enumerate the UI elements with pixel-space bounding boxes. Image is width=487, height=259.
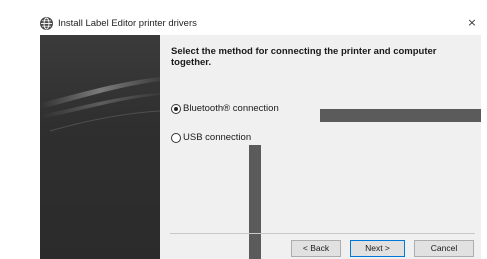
callout-line-vertical xyxy=(249,145,261,259)
option-bluetooth-label: Bluetooth® connection xyxy=(183,103,279,114)
option-usb[interactable]: USB connection xyxy=(171,132,251,143)
back-button[interactable]: < Back xyxy=(291,240,341,257)
next-button[interactable]: Next > xyxy=(350,240,405,257)
callout-line-horizontal xyxy=(320,109,481,122)
footer-separator xyxy=(170,233,475,234)
radio-bluetooth[interactable] xyxy=(171,103,181,114)
installer-banner-graphic xyxy=(40,35,160,259)
content-panel: Select the method for connecting the pri… xyxy=(160,35,481,259)
installer-window: Install Label Editor printer drivers × S… xyxy=(35,13,481,259)
window-title: Install Label Editor printer drivers xyxy=(58,18,197,29)
option-bluetooth[interactable]: Bluetooth® connection xyxy=(171,103,279,114)
page-heading: Select the method for connecting the pri… xyxy=(171,46,437,68)
radio-usb[interactable] xyxy=(171,132,181,143)
brother-globe-icon xyxy=(40,17,53,30)
option-usb-label: USB connection xyxy=(183,132,252,143)
cancel-button[interactable]: Cancel xyxy=(414,240,474,257)
title-bar[interactable]: Install Label Editor printer drivers × xyxy=(35,13,481,35)
close-icon[interactable]: × xyxy=(465,16,479,30)
